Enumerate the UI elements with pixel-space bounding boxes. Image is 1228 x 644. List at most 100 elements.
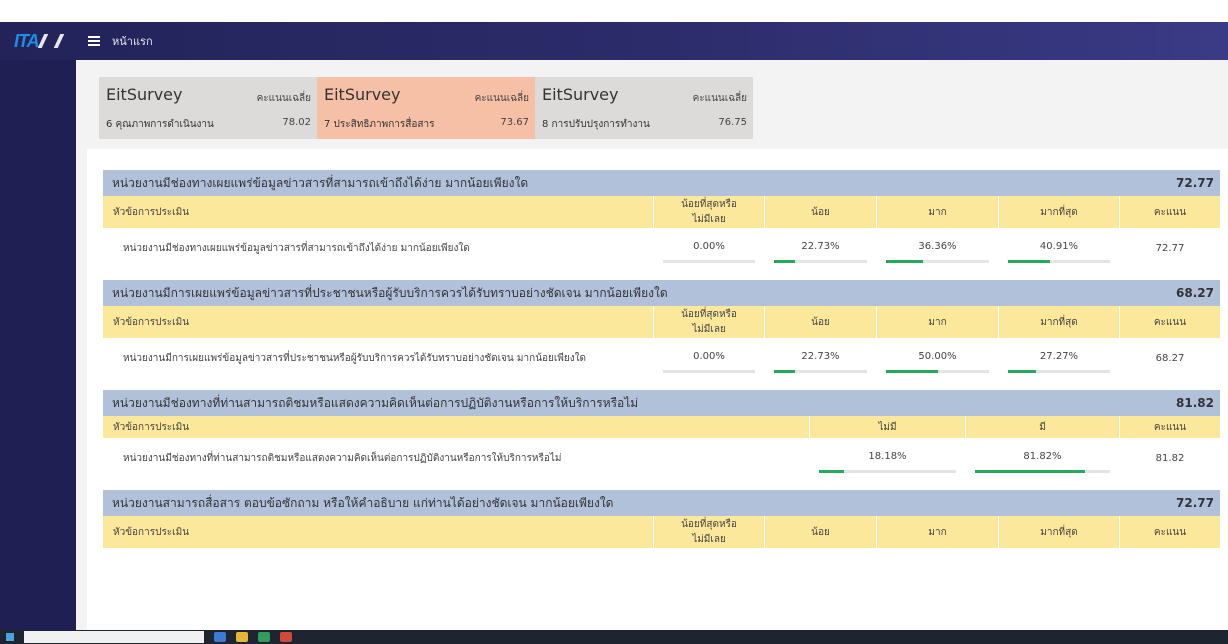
- score-cards: EitSurvey คะแนนเฉลี่ย 6 คุณภาพการดำเนินง…: [99, 77, 753, 139]
- hamburger-menu-icon[interactable]: [88, 34, 100, 48]
- main-content: EitSurvey คะแนนเฉลี่ย 6 คุณภาพการดำเนินง…: [76, 60, 1228, 630]
- progress-bar: [663, 370, 755, 373]
- nav-home-link[interactable]: หน้าแรก: [112, 32, 153, 50]
- progress-bar: [1008, 260, 1110, 263]
- taskbar-app-icon[interactable]: [258, 632, 270, 642]
- start-button-icon[interactable]: [6, 633, 14, 641]
- card-score-value: 73.67: [500, 117, 529, 128]
- progress-bar: [975, 470, 1110, 473]
- score-card-communication[interactable]: EitSurvey คะแนนเฉลี่ย 7 ประสิทธิภาพการสื…: [317, 77, 535, 139]
- col-header-score: คะแนน: [1153, 421, 1187, 433]
- card-score-label: คะแนนเฉลี่ย: [474, 93, 529, 104]
- section-header: หน่วยงานมีช่องทางเผยแพร่ข้อมูลข่าวสารที่…: [103, 170, 1220, 196]
- logo-text: ITA: [14, 30, 40, 51]
- table-row: หน่วยงานมีการเผยแพร่ข้อมูลข่าวสารที่ประช…: [103, 338, 1220, 379]
- percent-value: 18.18%: [868, 451, 907, 462]
- progress-fill: [774, 260, 796, 263]
- column-header-row: หัวข้อการประเมิน ไม่มี มี คะแนน: [103, 416, 1220, 438]
- section-header: หน่วยงานมีช่องทางที่ท่านสามารถติชมหรือแส…: [103, 390, 1220, 416]
- progress-fill: [975, 470, 1086, 473]
- row-score: 81.82: [1155, 453, 1185, 464]
- app-logo[interactable]: ITA: [0, 22, 64, 60]
- question-section-1: หน่วยงานมีช่องทางเผยแพร่ข้อมูลข่าวสารที่…: [103, 170, 1220, 269]
- col-header-most: มากที่สุด: [1040, 316, 1078, 328]
- col-header-score: คะแนน: [1153, 526, 1187, 538]
- col-header-much: มาก: [928, 206, 947, 218]
- card-score-value: 78.02: [282, 117, 311, 128]
- top-navbar: ITA หน้าแรก: [0, 22, 1228, 60]
- table-row: หน่วยงานมีช่องทางที่ท่านสามารถติชมหรือแส…: [103, 438, 1220, 479]
- question-section-4: หน่วยงานสามารถสื่อสาร ตอบข้อซักถาม หรือใ…: [103, 490, 1220, 548]
- taskbar-app-icon[interactable]: [280, 632, 292, 642]
- col-header-little: น้อย: [811, 316, 830, 328]
- sidebar: [0, 60, 76, 630]
- col-header-most: มากที่สุด: [1040, 206, 1078, 218]
- section-title: หน่วยงานมีช่องทางที่ท่านสามารถติชมหรือแส…: [112, 395, 639, 410]
- progress-bar: [774, 260, 867, 263]
- percent-cell: 40.91%: [999, 228, 1119, 269]
- col-header-topic: หัวข้อการประเมิน: [113, 206, 190, 218]
- taskbar-app-icon[interactable]: [214, 632, 226, 642]
- col-header-yes: มี: [1039, 421, 1046, 433]
- score-card-quality[interactable]: EitSurvey คะแนนเฉลี่ย 6 คุณภาพการดำเนินง…: [99, 77, 317, 139]
- col-header-little: น้อย: [811, 526, 830, 538]
- percent-cell: 50.00%: [877, 338, 998, 379]
- col-header-little: น้อย: [811, 206, 830, 218]
- percent-value: 0.00%: [693, 241, 725, 252]
- row-label: หน่วยงานมีช่องทางเผยแพร่ข้อมูลข่าวสารที่…: [123, 243, 470, 254]
- percent-value: 0.00%: [693, 351, 725, 362]
- percent-value: 36.36%: [918, 241, 957, 252]
- section-score: 81.82: [1176, 396, 1214, 410]
- col-header-much: มาก: [928, 526, 947, 538]
- card-subtitle: 7 ประสิทธิภาพการสื่อสาร: [324, 119, 435, 130]
- percent-value: 22.73%: [801, 351, 840, 362]
- col-header-topic: หัวข้อการประเมิน: [113, 316, 190, 328]
- progress-bar: [1008, 370, 1110, 373]
- section-score: 72.77: [1176, 496, 1214, 510]
- percent-value: 40.91%: [1039, 241, 1079, 252]
- percent-cell: 0.00%: [654, 228, 764, 269]
- taskbar-folder-icon[interactable]: [236, 632, 248, 642]
- page-banner-clipped: [0, 0, 1228, 22]
- progress-bar: [819, 470, 956, 473]
- progress-fill: [1008, 370, 1036, 373]
- percent-value: 22.73%: [801, 241, 840, 252]
- progress-bar: [774, 370, 867, 373]
- section-title: หน่วยงานมีช่องทางเผยแพร่ข้อมูลข่าวสารที่…: [112, 175, 529, 190]
- taskbar-search-box[interactable]: [24, 631, 204, 643]
- progress-fill: [886, 260, 924, 263]
- progress-bar: [886, 260, 989, 263]
- col-header-least: น้อยที่สุดหรือไม่มีเลย: [681, 199, 737, 225]
- row-score: 72.77: [1155, 243, 1185, 254]
- card-subtitle: 6 คุณภาพการดำเนินงาน: [106, 119, 214, 130]
- percent-value: 50.00%: [918, 351, 957, 362]
- percent-value: 27.27%: [1039, 351, 1079, 362]
- card-subtitle: 8 การปรับปรุงการทำงาน: [542, 119, 650, 130]
- row-score: 68.27: [1155, 353, 1185, 364]
- column-header-row: หัวข้อการประเมิน น้อยที่สุดหรือไม่มีเลย …: [103, 306, 1220, 338]
- percent-cell: 22.73%: [765, 228, 876, 269]
- col-header-topic: หัวข้อการประเมิน: [113, 421, 190, 433]
- percent-cell: 27.27%: [999, 338, 1119, 379]
- table-row: หน่วยงานมีช่องทางเผยแพร่ข้อมูลข่าวสารที่…: [103, 228, 1220, 269]
- results-panel: หน่วยงานมีช่องทางเผยแพร่ข้อมูลข่าวสารที่…: [87, 149, 1228, 630]
- logo-mark-icon: [39, 33, 57, 49]
- row-label: หน่วยงานมีช่องทางที่ท่านสามารถติชมหรือแส…: [123, 453, 562, 464]
- col-header-no: ไม่มี: [878, 421, 897, 433]
- section-title: หน่วยงานมีการเผยแพร่ข้อมูลข่าวสารที่ประช…: [112, 285, 668, 300]
- section-title: หน่วยงานสามารถสื่อสาร ตอบข้อซักถาม หรือใ…: [112, 495, 614, 510]
- section-header: หน่วยงานมีการเผยแพร่ข้อมูลข่าวสารที่ประช…: [103, 280, 1220, 306]
- question-section-2: หน่วยงานมีการเผยแพร่ข้อมูลข่าวสารที่ประช…: [103, 280, 1220, 379]
- col-header-score: คะแนน: [1153, 206, 1187, 218]
- progress-fill: [819, 470, 844, 473]
- row-label: หน่วยงานมีการเผยแพร่ข้อมูลข่าวสารที่ประช…: [123, 353, 587, 364]
- section-score: 68.27: [1176, 286, 1214, 300]
- card-score-label: คะแนนเฉลี่ย: [692, 93, 747, 104]
- progress-bar: [886, 370, 989, 373]
- percent-value: 81.82%: [1023, 451, 1062, 462]
- score-card-improvement[interactable]: EitSurvey คะแนนเฉลี่ย 8 การปรับปรุงการทำ…: [535, 77, 753, 139]
- section-score: 72.77: [1176, 176, 1214, 190]
- percent-cell: 22.73%: [765, 338, 876, 379]
- column-header-row: หัวข้อการประเมิน น้อยที่สุดหรือไม่มีเลย …: [103, 196, 1220, 228]
- progress-fill: [1008, 260, 1050, 263]
